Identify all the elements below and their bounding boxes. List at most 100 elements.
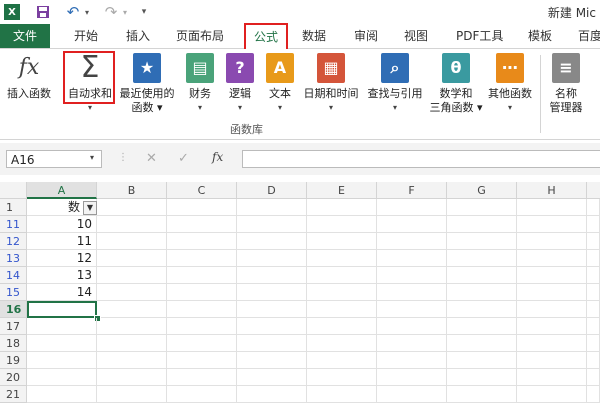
column-header-f[interactable]: F (377, 182, 447, 199)
empty-cell[interactable] (97, 199, 167, 216)
save-icon[interactable] (34, 3, 52, 21)
empty-cell[interactable] (517, 233, 587, 250)
data-cell[interactable] (27, 369, 97, 386)
recently-used-button[interactable]: ★ 最近使用的 函数 ▾ (118, 49, 176, 119)
empty-cell[interactable] (377, 369, 447, 386)
data-cell[interactable]: 13 (27, 267, 97, 284)
row-header[interactable]: 16 (0, 301, 27, 318)
text-button[interactable]: A 文本 ▾ (262, 49, 298, 119)
empty-cell[interactable] (377, 352, 447, 369)
empty-cell[interactable] (587, 267, 600, 284)
data-cell[interactable] (27, 318, 97, 335)
empty-cell[interactable] (97, 233, 167, 250)
empty-cell[interactable] (447, 284, 517, 301)
empty-cell[interactable] (377, 284, 447, 301)
name-box-dropdown-icon[interactable]: ▾ (90, 153, 94, 162)
empty-cell[interactable] (167, 216, 237, 233)
empty-cell[interactable] (237, 216, 307, 233)
data-cell[interactable] (27, 352, 97, 369)
redo-dropdown-icon[interactable]: ▾ (120, 3, 130, 21)
empty-cell[interactable] (307, 369, 377, 386)
tab-file[interactable]: 文件 (0, 24, 50, 48)
column-header-d[interactable]: D (237, 182, 307, 199)
math-trig-button[interactable]: θ 数学和 三角函数 ▾ (428, 49, 484, 119)
empty-cell[interactable] (307, 301, 377, 318)
empty-cell[interactable] (97, 386, 167, 403)
empty-cell[interactable] (377, 199, 447, 216)
empty-cell[interactable] (167, 301, 237, 318)
empty-cell[interactable] (97, 267, 167, 284)
tab-review[interactable]: 审阅 (354, 24, 378, 48)
formula-input[interactable] (242, 150, 600, 168)
empty-cell[interactable] (377, 335, 447, 352)
undo-dropdown-icon[interactable]: ▾ (82, 3, 92, 21)
row-header[interactable]: 14 (0, 267, 27, 284)
tab-pdf-tools[interactable]: PDF工具 (456, 24, 503, 48)
empty-cell[interactable] (587, 216, 600, 233)
row-header[interactable]: 15 (0, 284, 27, 301)
row-header[interactable]: 20 (0, 369, 27, 386)
insert-function-fx-icon[interactable]: fx (212, 150, 223, 164)
data-cell[interactable]: 14 (27, 284, 97, 301)
empty-cell[interactable] (517, 352, 587, 369)
column-header-b[interactable]: B (97, 182, 167, 199)
empty-cell[interactable] (167, 318, 237, 335)
empty-cell[interactable] (167, 233, 237, 250)
column-header-i[interactable] (587, 182, 600, 199)
empty-cell[interactable] (447, 216, 517, 233)
cancel-icon[interactable]: ✕ (146, 151, 157, 166)
empty-cell[interactable] (167, 335, 237, 352)
empty-cell[interactable] (377, 216, 447, 233)
empty-cell[interactable] (237, 318, 307, 335)
column-header-a[interactable]: A (27, 182, 97, 199)
empty-cell[interactable] (447, 199, 517, 216)
row-header[interactable]: 1 (0, 199, 27, 216)
empty-cell[interactable] (587, 352, 600, 369)
empty-cell[interactable] (97, 318, 167, 335)
empty-cell[interactable] (517, 318, 587, 335)
undo-icon[interactable]: ↶ (64, 3, 82, 21)
empty-cell[interactable] (307, 199, 377, 216)
row-header[interactable]: 21 (0, 386, 27, 403)
empty-cell[interactable] (167, 250, 237, 267)
row-header[interactable]: 18 (0, 335, 27, 352)
empty-cell[interactable] (377, 233, 447, 250)
empty-cell[interactable] (447, 386, 517, 403)
empty-cell[interactable] (517, 284, 587, 301)
empty-cell[interactable] (167, 352, 237, 369)
empty-cell[interactable] (377, 267, 447, 284)
empty-cell[interactable] (237, 335, 307, 352)
empty-cell[interactable] (167, 199, 237, 216)
empty-cell[interactable] (97, 369, 167, 386)
empty-cell[interactable] (307, 250, 377, 267)
empty-cell[interactable] (517, 369, 587, 386)
active-cell-a16[interactable] (27, 301, 97, 318)
redo-icon[interactable]: ↷ (102, 3, 120, 21)
data-cell[interactable]: 11 (27, 233, 97, 250)
financial-button[interactable]: ▤ 财务 ▾ (180, 49, 220, 119)
empty-cell[interactable] (237, 250, 307, 267)
data-cell[interactable] (27, 386, 97, 403)
empty-cell[interactable] (237, 267, 307, 284)
empty-cell[interactable] (447, 267, 517, 284)
empty-cell[interactable] (517, 199, 587, 216)
name-box[interactable]: A16 (6, 150, 102, 168)
empty-cell[interactable] (587, 250, 600, 267)
filter-active-icon[interactable]: ▼ (83, 201, 97, 215)
empty-cell[interactable] (447, 352, 517, 369)
empty-cell[interactable] (167, 284, 237, 301)
empty-cell[interactable] (307, 284, 377, 301)
empty-cell[interactable] (307, 267, 377, 284)
empty-cell[interactable] (517, 250, 587, 267)
qat-customize-icon[interactable]: ▾ (138, 3, 150, 21)
empty-cell[interactable] (307, 233, 377, 250)
empty-cell[interactable] (307, 352, 377, 369)
select-all-corner[interactable] (0, 182, 27, 199)
lookup-reference-button[interactable]: ⌕ 查找与引用 ▾ (364, 49, 426, 119)
empty-cell[interactable] (517, 216, 587, 233)
empty-cell[interactable] (517, 301, 587, 318)
empty-cell[interactable] (447, 335, 517, 352)
empty-cell[interactable] (97, 352, 167, 369)
empty-cell[interactable] (587, 335, 600, 352)
date-time-button[interactable]: ▦ 日期和时间 ▾ (300, 49, 362, 119)
